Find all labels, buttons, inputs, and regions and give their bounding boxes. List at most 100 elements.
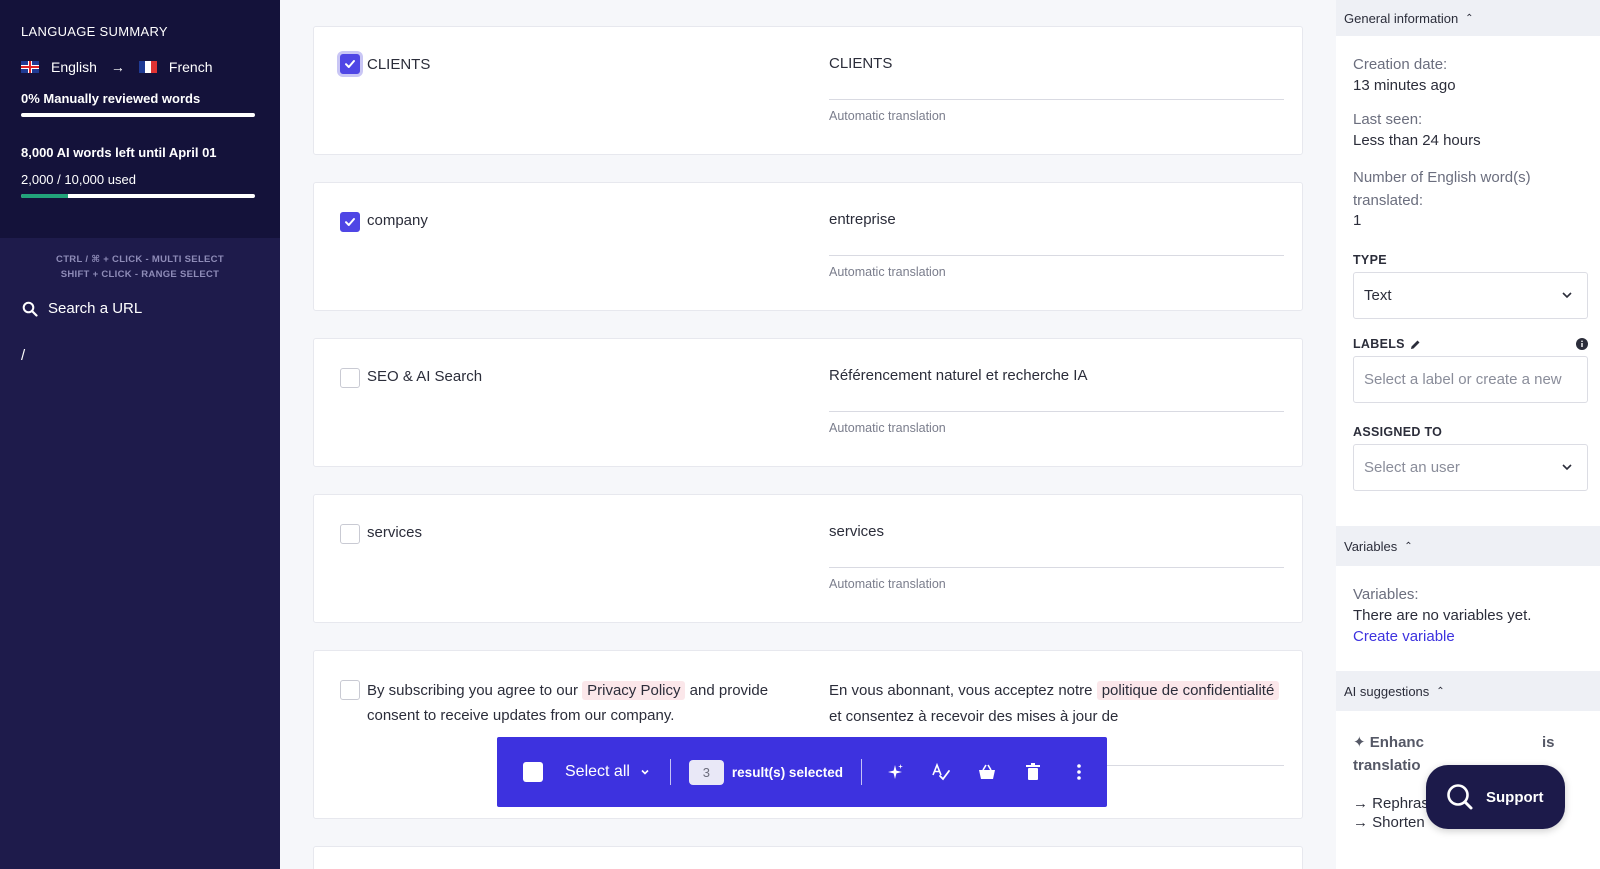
labels-title: LABELS (1353, 337, 1405, 351)
create-variable-link[interactable]: Create variable (1353, 628, 1600, 645)
translation-text-part: En vous abonnant, vous acceptez notre (829, 682, 1093, 699)
segment-checkbox[interactable] (340, 368, 360, 388)
chevron-down-icon (1562, 292, 1572, 299)
chevron-up-icon: ⌃ (1465, 12, 1474, 24)
variables-header[interactable]: Variables ⌃ (1336, 526, 1600, 566)
translation-status: Automatic translation (829, 577, 946, 591)
sidebar: LANGUAGE SUMMARY English → French 0% Man… (0, 0, 280, 869)
selected-count-label: result(s) selected (731, 764, 843, 780)
translation-text[interactable]: En vous abonnant, vous acceptez notre po… (829, 678, 1284, 730)
ai-suggestions-title: AI suggestions (1344, 683, 1430, 699)
language-pair: English → French (21, 59, 259, 75)
sparkles-icon (887, 764, 903, 779)
translation-status: Automatic translation (829, 265, 946, 279)
translation-text[interactable]: Référencement naturel et recherche IA (829, 363, 1284, 389)
segment-card[interactable]: CLIENTS CLIENTS Automatic translation (313, 26, 1303, 155)
general-info-header[interactable]: General information ⌃ (1336, 0, 1600, 36)
segment-checkbox[interactable] (340, 212, 360, 232)
ai-magic-button[interactable] (872, 752, 918, 792)
segment-card[interactable]: SEO & AI Search Référencement naturel et… (313, 338, 1303, 467)
assigned-placeholder: Select an user (1364, 459, 1460, 476)
details-panel: General information ⌃ Creation date: 13 … (1336, 0, 1600, 869)
word-count-label: Number of English word(s) translated: (1353, 169, 1531, 209)
ai-usage-progress-bar (21, 194, 255, 198)
arrow-right-icon: → (1353, 814, 1368, 831)
translation-text[interactable]: entreprise (829, 207, 1284, 233)
variables-empty: There are no variables yet. (1353, 607, 1532, 624)
enhance-label: Enhanc (1369, 734, 1424, 751)
ai-suggestions-header[interactable]: AI suggestions ⌃ (1336, 671, 1600, 711)
selected-count-badge: 3 (688, 759, 724, 785)
translation-placeholder-tag: politique de confidentialité (1096, 681, 1280, 700)
source-text-part: By subscribing you agree to our (367, 682, 578, 699)
source-text: SEO & AI Search (367, 368, 483, 385)
chevron-up-icon: ⌃ (1404, 540, 1413, 552)
type-select[interactable]: Text (1353, 272, 1588, 319)
last-seen-label: Last seen: (1353, 111, 1423, 128)
source-text: CLIENTS (367, 56, 431, 73)
segment-card[interactable] (313, 846, 1303, 869)
select-all-checkbox[interactable] (523, 762, 543, 782)
variables-title: Variables (1344, 538, 1398, 554)
assigned-title: ASSIGNED TO (1353, 425, 1443, 439)
creation-date-value: 13 minutes ago (1353, 77, 1456, 94)
labels-input[interactable]: Select a label or create a new (1353, 356, 1588, 403)
select-all-label[interactable]: Select all (565, 763, 630, 781)
ai-words-left: 8,000 AI words left until April 01 (21, 145, 217, 160)
language-summary: LANGUAGE SUMMARY English → French 0% Man… (0, 0, 280, 238)
support-button[interactable]: Support (1426, 765, 1565, 829)
reviewed-words: 0% Manually reviewed words (21, 91, 201, 106)
shortcut-multi-select: CTRL / ⌘ + CLICK - MULTI SELECT (56, 254, 224, 265)
divider (829, 411, 1284, 412)
pencil-icon[interactable] (1410, 339, 1421, 350)
target-language: French (168, 59, 213, 75)
translation-text-part: et consentez à recevoir des mises à jour… (829, 708, 1119, 725)
check-icon (345, 218, 355, 226)
spellcheck-button[interactable] (918, 752, 964, 792)
word-count-value: 1 (1353, 212, 1362, 229)
search-url-button[interactable]: Search a URL (22, 300, 280, 317)
segment-checkbox[interactable] (340, 524, 360, 544)
spellcheck-icon (932, 763, 950, 781)
chevron-down-icon (1562, 464, 1572, 471)
more-options-button[interactable] (1056, 752, 1102, 792)
reviewed-progress-bar (21, 113, 255, 117)
enhance-label-tail: is (1541, 734, 1555, 751)
type-title: TYPE (1353, 253, 1387, 267)
search-url-label: Search a URL (48, 300, 143, 317)
source-text: company (367, 212, 428, 229)
ai-usage-progress-fill (21, 194, 68, 198)
type-value: Text (1364, 287, 1392, 304)
info-icon[interactable] (1576, 338, 1588, 350)
search-icon (1447, 784, 1473, 810)
france-flag-icon (138, 61, 157, 73)
divider (829, 567, 1284, 568)
more-vertical-icon (1077, 764, 1081, 780)
arrow-right-icon: → (1353, 795, 1368, 812)
translation-text[interactable]: services (829, 519, 1284, 545)
segment-card[interactable]: services services Automatic translation (313, 494, 1303, 623)
translation-status: Automatic translation (829, 109, 946, 123)
url-path-item[interactable]: / (21, 347, 280, 364)
ai-words-used: 2,000 / 10,000 used (21, 172, 136, 187)
chevron-up-icon: ⌃ (1436, 685, 1445, 697)
bulk-action-bar: Select all 3 result(s) selected (497, 737, 1107, 807)
segment-card[interactable]: company entreprise Automatic translation (313, 182, 1303, 311)
translation-status: Automatic translation (829, 421, 946, 435)
assigned-select[interactable]: Select an user (1353, 444, 1588, 491)
labels-placeholder: Select a label or create a new (1364, 371, 1562, 388)
trash-icon (1025, 763, 1040, 780)
sparkles-icon: ✦ (1353, 734, 1366, 751)
support-label: Support (1486, 788, 1544, 806)
arrow-right-icon: → (110, 59, 125, 75)
check-icon (345, 60, 355, 68)
last-seen-value: Less than 24 hours (1353, 132, 1481, 149)
segment-checkbox[interactable] (340, 680, 360, 700)
order-translation-button[interactable] (964, 752, 1010, 792)
divider (860, 759, 862, 785)
chevron-down-icon[interactable] (640, 767, 650, 777)
source-language: English (51, 59, 97, 75)
segment-checkbox[interactable] (340, 54, 360, 74)
translation-text[interactable]: CLIENTS (829, 51, 1284, 77)
delete-button[interactable] (1010, 752, 1056, 792)
